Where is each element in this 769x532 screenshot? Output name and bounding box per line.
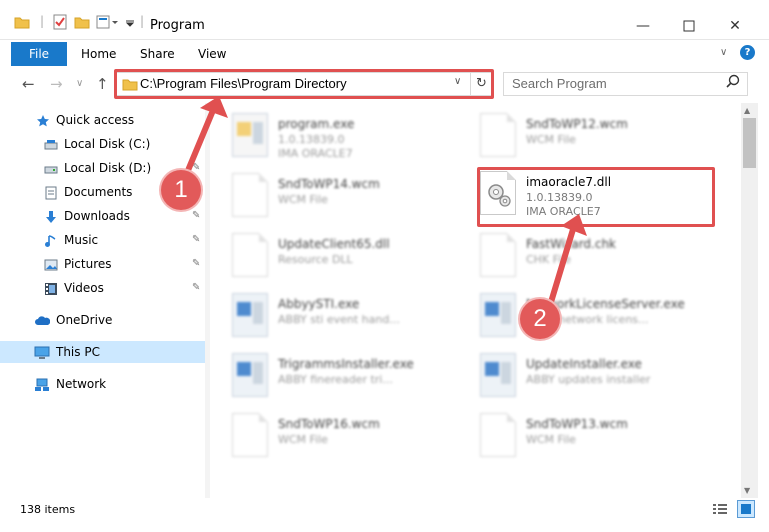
callout-arrows — [181, 96, 587, 315]
callout-badge-1: 1 — [161, 170, 201, 210]
callout-badge-2: 2 — [520, 299, 560, 339]
